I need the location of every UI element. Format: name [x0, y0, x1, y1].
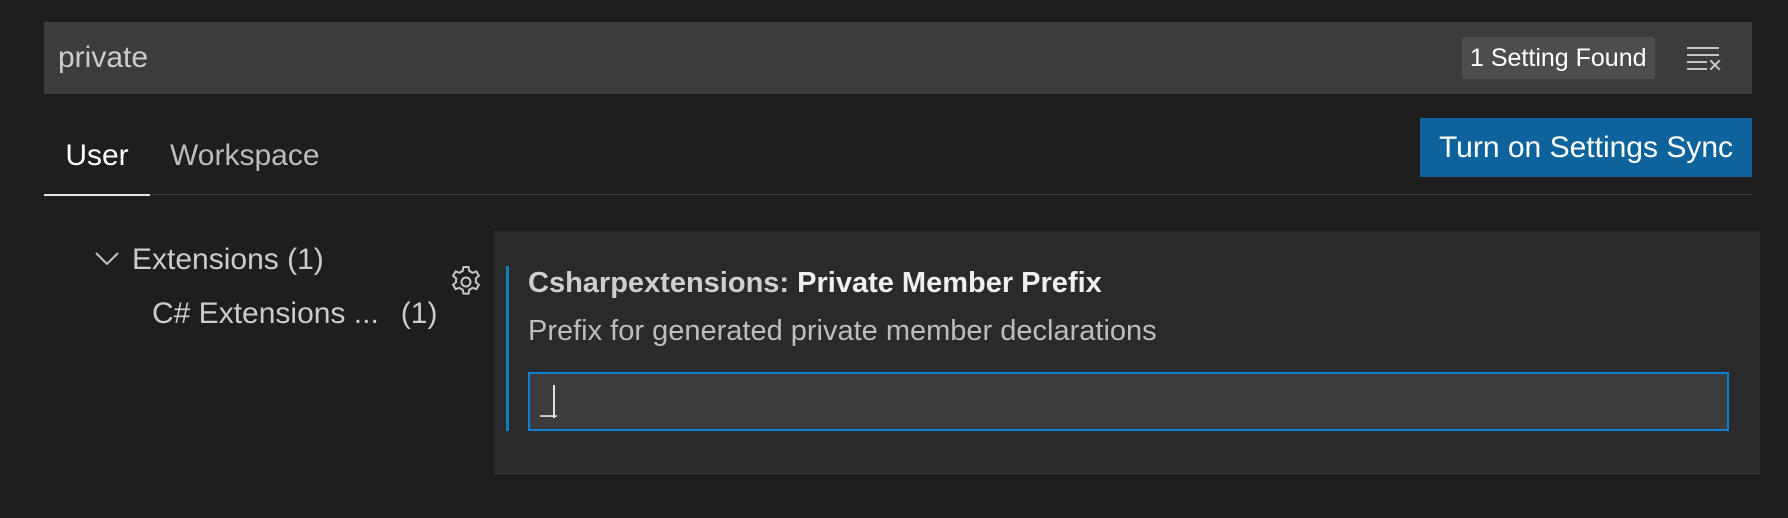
tab-user[interactable]: User — [44, 128, 150, 184]
settings-search-input[interactable] — [58, 22, 1458, 94]
turn-on-settings-sync-button[interactable]: Turn on Settings Sync — [1420, 118, 1752, 177]
setting-category: Csharpextensions: — [528, 267, 798, 299]
private-member-prefix-input[interactable] — [528, 372, 1729, 431]
tab-workspace[interactable]: Workspace — [170, 128, 320, 184]
text-cursor — [553, 385, 555, 418]
setting-description: Prefix for generated private member decl… — [528, 315, 1157, 347]
toc-item-csharp-extensions[interactable]: C# Extensions ... (1) — [152, 290, 437, 338]
toc-item-extensions-label: Extensions (1) — [132, 243, 324, 276]
active-tab-indicator — [44, 194, 150, 196]
gear-icon[interactable] — [448, 264, 484, 300]
toc-item-csharp-extensions-count: (1) — [400, 297, 438, 330]
setting-label: Private Member Prefix — [797, 267, 1102, 299]
setting-focus-indicator — [506, 266, 509, 431]
chevron-down-icon — [95, 252, 119, 266]
setting-title: Csharpextensions: Private Member Prefix — [528, 261, 1102, 305]
toc-item-extensions[interactable]: Extensions (1) — [94, 236, 324, 284]
search-results-count: 1 Setting Found — [1462, 37, 1655, 79]
clear-filter-icon[interactable] — [1684, 42, 1724, 74]
settings-editor: 1 Setting Found User Workspace Turn on S… — [0, 0, 1788, 518]
toc-item-csharp-extensions-label: C# Extensions ... — [152, 297, 379, 330]
settings-search-bar: 1 Setting Found — [44, 22, 1752, 94]
tabs-divider — [44, 194, 1752, 195]
setting-item-private-member-prefix: Csharpextensions: Private Member Prefix … — [494, 231, 1760, 474]
